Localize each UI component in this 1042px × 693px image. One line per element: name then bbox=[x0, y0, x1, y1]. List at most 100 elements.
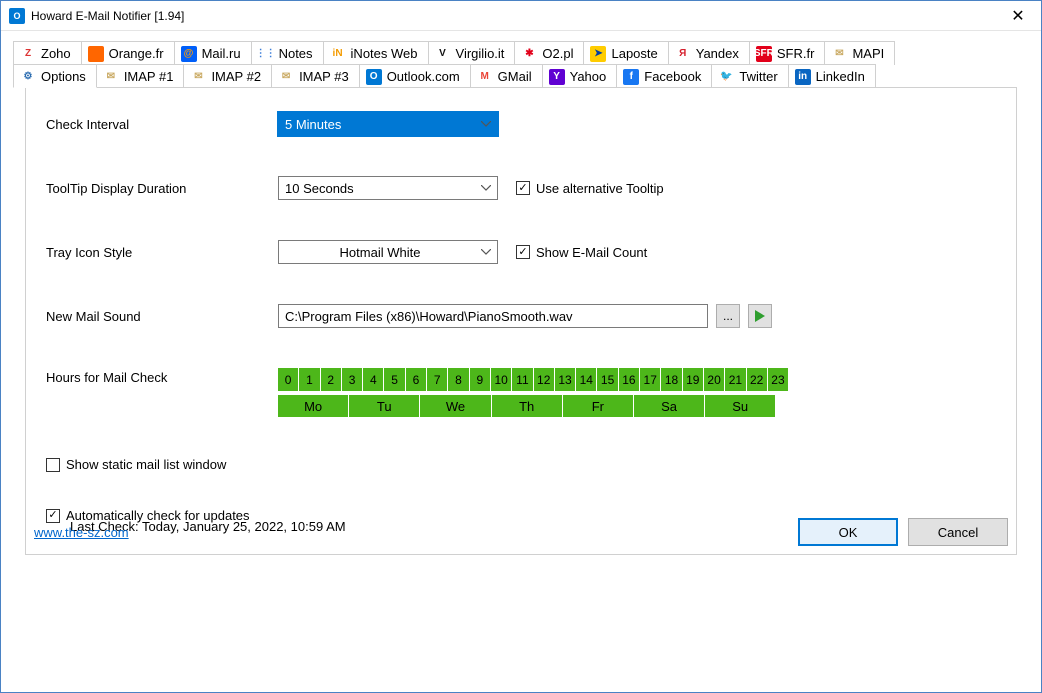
day-cell-mo[interactable]: Mo bbox=[278, 395, 348, 417]
hour-cell-17[interactable]: 17 bbox=[640, 368, 660, 391]
options-icon: ⚙ bbox=[20, 68, 36, 84]
tab-twitter[interactable]: 🐦Twitter bbox=[711, 64, 788, 88]
hour-cell-3[interactable]: 3 bbox=[342, 368, 362, 391]
hour-cell-6[interactable]: 6 bbox=[406, 368, 426, 391]
hours-block: 01234567891011121314151617181920212223 M… bbox=[278, 368, 788, 417]
notes-icon: ⋮⋮ bbox=[258, 46, 274, 62]
website-link[interactable]: www.the-sz.com bbox=[34, 525, 129, 540]
close-button[interactable]: ✕ bbox=[995, 1, 1041, 31]
orange-fr-icon bbox=[88, 46, 104, 62]
tab-notes[interactable]: ⋮⋮ Notes bbox=[251, 41, 324, 65]
tab-label: Laposte bbox=[611, 46, 657, 61]
ok-button[interactable]: OK bbox=[798, 518, 898, 546]
hour-cell-5[interactable]: 5 bbox=[384, 368, 404, 391]
browse-button[interactable]: ... bbox=[716, 304, 740, 328]
hour-cell-23[interactable]: 23 bbox=[768, 368, 788, 391]
label-hours: Hours for Mail Check bbox=[46, 368, 278, 385]
tab-label: Zoho bbox=[41, 46, 71, 61]
checkbox-static-list[interactable]: Show static mail list window bbox=[46, 457, 996, 472]
play-button[interactable] bbox=[748, 304, 772, 328]
hour-cell-4[interactable]: 4 bbox=[363, 368, 383, 391]
select-check-interval[interactable]: 5 Minutes bbox=[278, 112, 498, 136]
hour-cell-9[interactable]: 9 bbox=[470, 368, 490, 391]
cancel-button[interactable]: Cancel bbox=[908, 518, 1008, 546]
hour-cell-21[interactable]: 21 bbox=[725, 368, 745, 391]
hour-cell-1[interactable]: 1 bbox=[299, 368, 319, 391]
day-cell-we[interactable]: We bbox=[420, 395, 490, 417]
tab-label: Options bbox=[41, 69, 86, 84]
day-cell-tu[interactable]: Tu bbox=[349, 395, 419, 417]
tab-facebook[interactable]: fFacebook bbox=[616, 64, 712, 88]
tab-sfr-fr[interactable]: SFRSFR.fr bbox=[749, 41, 826, 65]
tab-label: LinkedIn bbox=[816, 69, 865, 84]
hour-cell-15[interactable]: 15 bbox=[597, 368, 617, 391]
tab-label: GMail bbox=[498, 69, 532, 84]
tab-label: Notes bbox=[279, 46, 313, 61]
tabs: Z Zoho Orange.fr @ Mail.ru ⋮⋮ Notes iN iNotes We… bbox=[13, 41, 1029, 87]
tab-o2-pl[interactable]: ✱O2.pl bbox=[514, 41, 584, 65]
tab-zoho[interactable]: Z Zoho bbox=[13, 41, 82, 65]
yandex-icon: Я bbox=[675, 46, 691, 62]
tab-mail-ru[interactable]: @ Mail.ru bbox=[174, 41, 252, 65]
footer: www.the-sz.com OK Cancel bbox=[34, 518, 1008, 546]
tab-linkedin[interactable]: in LinkedIn bbox=[788, 64, 876, 88]
imap-2-icon: ✉ bbox=[190, 69, 206, 85]
row-sound: New Mail Sound ... bbox=[46, 304, 996, 328]
hour-cell-0[interactable]: 0 bbox=[278, 368, 298, 391]
day-cell-su[interactable]: Su bbox=[705, 395, 775, 417]
tab-mapi[interactable]: ✉MAPI bbox=[824, 41, 895, 65]
tab-imap-2[interactable]: ✉IMAP #2 bbox=[183, 64, 272, 88]
input-sound-path[interactable] bbox=[278, 304, 708, 328]
hour-cell-2[interactable]: 2 bbox=[321, 368, 341, 391]
window-title: Howard E-Mail Notifier [1.94] bbox=[31, 9, 184, 23]
checkbox-show-count[interactable]: ✓ Show E-Mail Count bbox=[516, 245, 647, 260]
tab-label: Mail.ru bbox=[202, 46, 241, 61]
tab-label: IMAP #1 bbox=[124, 69, 174, 84]
mapi-icon: ✉ bbox=[831, 46, 847, 62]
inotes-web-icon: iN bbox=[330, 46, 346, 62]
tab-label: Yahoo bbox=[570, 69, 607, 84]
tab-imap-1[interactable]: ✉IMAP #1 bbox=[96, 64, 185, 88]
day-cell-th[interactable]: Th bbox=[492, 395, 562, 417]
hour-cell-13[interactable]: 13 bbox=[555, 368, 575, 391]
tab-virgilio-it[interactable]: VVirgilio.it bbox=[428, 41, 516, 65]
hour-cell-16[interactable]: 16 bbox=[619, 368, 639, 391]
tab-yandex[interactable]: Я Yandex bbox=[668, 41, 750, 65]
tab-gmail[interactable]: MGMail bbox=[470, 64, 543, 88]
tab-options[interactable]: ⚙ Options bbox=[13, 64, 97, 88]
hour-cell-18[interactable]: 18 bbox=[661, 368, 681, 391]
hour-cell-14[interactable]: 14 bbox=[576, 368, 596, 391]
tab-label: Orange.fr bbox=[109, 46, 164, 61]
row-tooltip-duration: ToolTip Display Duration 10 Seconds ✓ Us… bbox=[46, 176, 996, 200]
hour-cell-20[interactable]: 20 bbox=[704, 368, 724, 391]
select-tooltip-duration[interactable]: 10 Seconds bbox=[278, 176, 498, 200]
hour-cell-10[interactable]: 10 bbox=[491, 368, 511, 391]
label-tray-icon: Tray Icon Style bbox=[46, 245, 278, 260]
tab-label: Outlook.com bbox=[387, 69, 460, 84]
tab-imap-3[interactable]: ✉IMAP #3 bbox=[271, 64, 360, 88]
select-tray-icon[interactable]: Hotmail White bbox=[278, 240, 498, 264]
hour-cell-11[interactable]: 11 bbox=[512, 368, 532, 391]
zoho-icon: Z bbox=[20, 46, 36, 62]
tab-outlook-com[interactable]: OOutlook.com bbox=[359, 64, 471, 88]
tab-label: IMAP #3 bbox=[299, 69, 349, 84]
tab-orange-fr[interactable]: Orange.fr bbox=[81, 41, 175, 65]
tab-inotes-web[interactable]: iN iNotes Web bbox=[323, 41, 429, 65]
checkbox-alt-tooltip[interactable]: ✓ Use alternative Tooltip bbox=[516, 181, 664, 196]
day-cell-sa[interactable]: Sa bbox=[634, 395, 704, 417]
row-tray-icon: Tray Icon Style Hotmail White ✓ Show E-M… bbox=[46, 240, 996, 264]
tab-laposte[interactable]: ➤Laposte bbox=[583, 41, 668, 65]
tab-yahoo[interactable]: Y Yahoo bbox=[542, 64, 618, 88]
hour-cell-8[interactable]: 8 bbox=[448, 368, 468, 391]
day-cell-fr[interactable]: Fr bbox=[563, 395, 633, 417]
sfr-fr-icon: SFR bbox=[756, 46, 772, 62]
tab-label: Yandex bbox=[696, 46, 739, 61]
hour-cell-7[interactable]: 7 bbox=[427, 368, 447, 391]
mail-ru-icon: @ bbox=[181, 46, 197, 62]
hour-cell-22[interactable]: 22 bbox=[747, 368, 767, 391]
hour-cell-19[interactable]: 19 bbox=[683, 368, 703, 391]
tab-label: iNotes Web bbox=[351, 46, 418, 61]
linkedin-icon: in bbox=[795, 69, 811, 85]
yahoo-icon: Y bbox=[549, 69, 565, 85]
hour-cell-12[interactable]: 12 bbox=[534, 368, 554, 391]
